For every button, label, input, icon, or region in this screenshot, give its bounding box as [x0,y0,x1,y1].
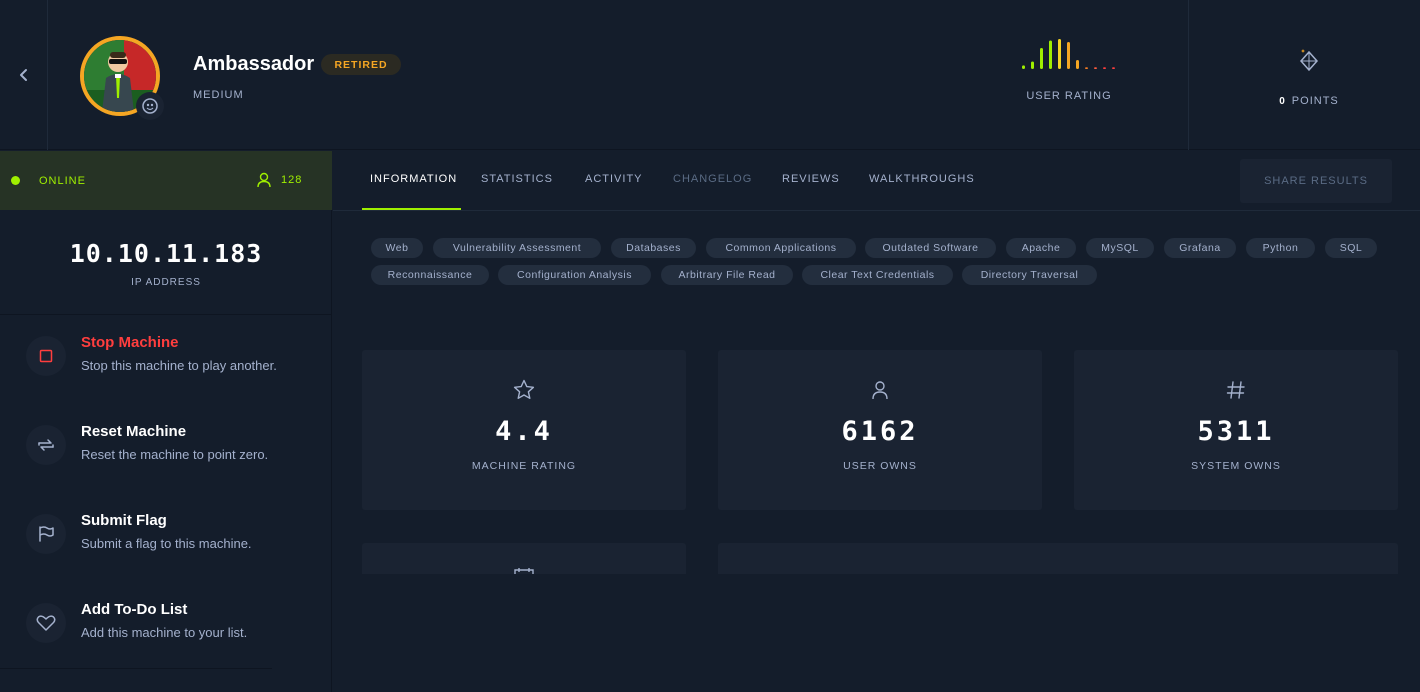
tag-chip[interactable]: SQL [1325,238,1377,258]
player-count-value: 128 [281,174,303,186]
back-button[interactable] [0,0,48,150]
tab-walkthroughs[interactable]: WALKTHROUGHS [869,173,975,185]
tag-chip[interactable]: MySQL [1086,238,1154,258]
user-owns-card: 6162 USER OWNS [718,350,1042,510]
user-icon [872,381,888,400]
chevron-left-icon [19,69,27,81]
machine-info-card [718,543,1398,574]
release-date-card [362,543,686,574]
tag-chip[interactable]: Grafana [1164,238,1236,258]
add-todo-desc: Add this machine to your list. [81,625,248,640]
rating-bar [1058,39,1061,69]
rating-bar [1076,60,1079,69]
machine-header: Ambassador RETIRED MEDIUM USER RATING 0P… [0,0,1420,150]
status-text: ONLINE [39,175,86,187]
heart-icon [26,603,66,643]
system-owns-card: 5311 SYSTEM OWNS [1074,350,1398,510]
player-count: 128 [257,172,302,188]
active-tab-indicator [362,208,461,210]
submit-flag-title: Submit Flag [81,512,167,529]
user-rating: USER RATING [1000,0,1188,150]
rating-bar [1067,42,1070,69]
tag-chip[interactable]: Apache [1006,238,1076,258]
linux-os-icon [136,92,164,120]
machine-status-bar: ONLINE 128 [0,151,332,210]
stop-machine-desc: Stop this machine to play another. [81,358,277,373]
tag-chip[interactable]: Common Applications [706,238,856,258]
rating-bar [1112,67,1115,69]
submit-flag-button[interactable]: Submit Flag Submit a flag to this machin… [0,495,332,584]
difficulty-label: MEDIUM [193,89,244,101]
machine-rating-card: 4.4 MACHINE RATING [362,350,686,510]
points-panel: 0 POINTS [1188,0,1420,150]
ip-address[interactable]: 10.10.11.183 [0,239,332,268]
add-todo-button[interactable]: Add To-Do List Add this machine to your … [0,584,332,673]
tab-information[interactable]: INFORMATION [370,173,457,185]
tag-chip[interactable]: Reconnaissance [371,265,489,285]
tag-chip[interactable]: Python [1246,238,1315,258]
online-status-dot [11,176,20,185]
reset-arrows-icon [26,425,66,465]
rating-bar [1094,67,1097,69]
machine-tabs: INFORMATION STATISTICS ACTIVITY CHANGELO… [333,151,1420,211]
tag-chip[interactable]: Databases [611,238,696,258]
rating-bar [1103,67,1106,69]
tag-chip[interactable]: Vulnerability Assessment [433,238,601,258]
tab-changelog[interactable]: CHANGELOG [673,173,752,185]
user-owns-label: USER OWNS [843,460,917,472]
machine-sidebar: ONLINE 128 10.10.11.183 IP ADDRESS Stop … [0,151,332,692]
share-results-button[interactable]: SHARE RESULTS [1240,159,1392,203]
tab-reviews[interactable]: REVIEWS [782,173,840,185]
machine-rating-label: MACHINE RATING [471,460,577,472]
tag-chip[interactable]: Outdated Software [865,238,996,258]
tag-chip[interactable]: Clear Text Credentials [802,265,953,285]
rating-bar [1085,67,1088,69]
rating-bar [1049,40,1052,69]
sidebar-divider [0,668,272,669]
submit-flag-desc: Submit a flag to this machine. [81,536,252,551]
calendar-icon [514,568,534,574]
stop-machine-button[interactable]: Stop Machine Stop this machine to play a… [0,317,332,406]
rating-bar [1040,48,1043,69]
points-label-text: POINTS [1291,95,1339,107]
rating-bar [1022,65,1025,69]
reset-machine-title: Reset Machine [81,423,187,440]
system-owns-value: 5311 [1197,416,1275,447]
star-icon [513,379,535,399]
tag-chip[interactable]: Web [371,238,423,258]
machine-rating-value: 4.4 [495,416,553,447]
user-rating-chart [1022,39,1115,69]
rating-bar [1031,61,1034,69]
tag-chip[interactable]: Directory Traversal [962,265,1097,285]
stop-machine-title: Stop Machine [81,334,179,351]
flag-icon [26,514,66,554]
user-rating-label: USER RATING [1026,90,1112,102]
tag-chip[interactable]: Configuration Analysis [498,265,651,285]
user-icon [257,172,271,188]
hash-icon [1226,381,1245,399]
machine-name: Ambassador [193,53,315,75]
tab-statistics[interactable]: STATISTICS [481,173,553,185]
ip-address-box: 10.10.11.183 IP ADDRESS [0,211,332,315]
reset-machine-desc: Reset the machine to point zero. [81,447,269,462]
add-todo-title: Add To-Do List [81,601,188,618]
retired-badge: RETIRED [321,54,401,75]
points-value: 0 [1279,96,1286,107]
tag-chip[interactable]: Arbitrary File Read [661,265,793,285]
points-label: 0 POINTS [1189,95,1420,107]
ip-address-label: IP ADDRESS [131,277,201,288]
stop-square-icon [26,336,66,376]
user-owns-value: 6162 [841,416,919,447]
machine-avatar [80,36,164,120]
system-owns-label: SYSTEM OWNS [1191,460,1281,472]
diamond-points-icon [1299,49,1319,72]
reset-machine-button[interactable]: Reset Machine Reset the machine to point… [0,406,332,495]
tab-activity[interactable]: ACTIVITY [585,173,643,185]
